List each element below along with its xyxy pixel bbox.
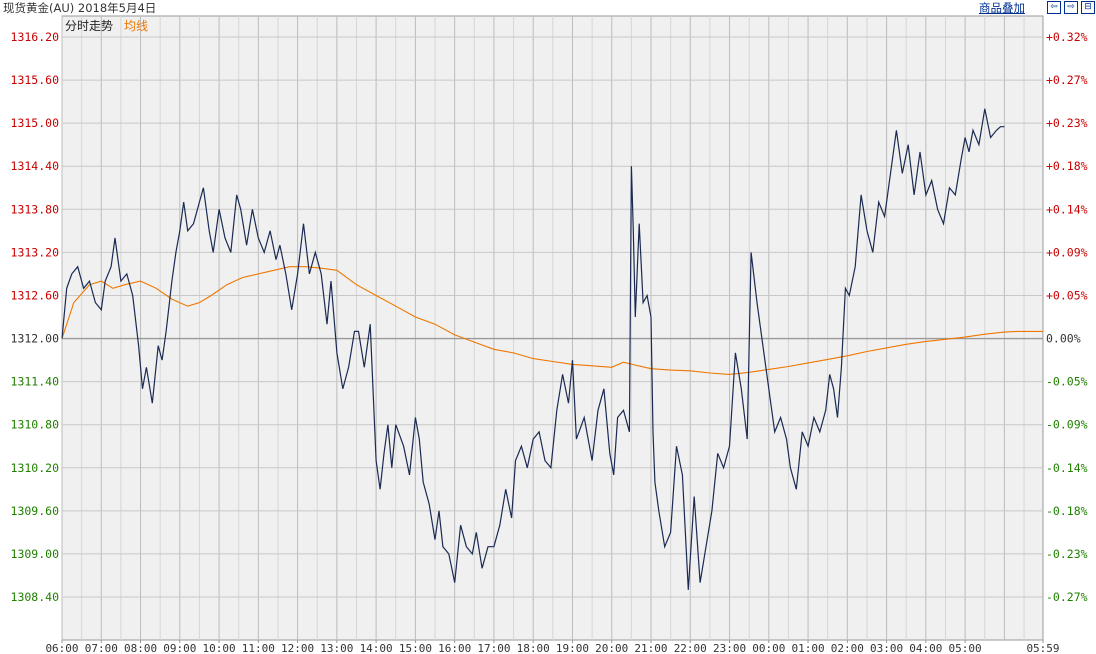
- time-tick-label: 18:00: [517, 642, 550, 654]
- right-percent-axis: +0.32% +0.27% +0.23% +0.18% +0.14% +0.09% +0.0…: [1046, 30, 1088, 604]
- intraday-chart: 1316.20 1315.60 1315.00 1314.40 1313.80 1313.…: [11, 15, 1088, 654]
- price-tick-label: 1308.40: [11, 590, 60, 604]
- time-tick-label: 08:00: [124, 642, 157, 654]
- time-tick-label: 03:00: [870, 642, 903, 654]
- legend-avg-label: 均线: [124, 19, 148, 33]
- time-tick-label: 09:00: [163, 642, 196, 654]
- left-price-axis: 1316.20 1315.60 1315.00 1314.40 1313.80 1313.…: [11, 30, 60, 604]
- time-tick-label: 07:00: [85, 642, 118, 654]
- price-tick-label: 1313.20: [11, 245, 60, 259]
- percent-tick-label: +0.18%: [1046, 159, 1088, 173]
- legend: 分时走势 均线: [65, 19, 148, 33]
- price-tick-label: 1315.60: [11, 73, 60, 87]
- price-tick-label: 1310.20: [11, 461, 60, 475]
- time-tick-label: 21:00: [634, 642, 667, 654]
- percent-tick-label: -0.09%: [1046, 418, 1088, 432]
- percent-tick-label: +0.23%: [1046, 116, 1088, 130]
- price-tick-label: 1312.60: [11, 288, 60, 302]
- time-tick-label: 19:00: [556, 642, 589, 654]
- price-tick-label: 1313.80: [11, 202, 60, 216]
- time-tick-label: 22:00: [674, 642, 707, 654]
- time-tick-label: 01:00: [791, 642, 824, 654]
- percent-tick-label: +0.05%: [1046, 288, 1088, 302]
- percent-tick-label: -0.18%: [1046, 504, 1088, 518]
- time-tick-label: 12:00: [281, 642, 314, 654]
- time-tick-label: 00:00: [752, 642, 785, 654]
- percent-tick-label: +0.09%: [1046, 245, 1088, 259]
- price-tick-label: 1310.80: [11, 418, 60, 432]
- legend-price-label: 分时走势: [65, 19, 113, 33]
- time-tick-label: 05:00: [949, 642, 982, 654]
- time-tick-label: 13:00: [320, 642, 353, 654]
- time-tick-label: 10:00: [203, 642, 236, 654]
- price-tick-label: 1315.00: [11, 116, 60, 130]
- time-tick-label: 14:00: [360, 642, 393, 654]
- percent-tick-label: -0.23%: [1046, 547, 1088, 561]
- time-tick-label: 02:00: [831, 642, 864, 654]
- time-tick-label: 20:00: [595, 642, 628, 654]
- time-tick-label: 06:00: [45, 642, 78, 654]
- chart-window: 现货黄金(AU) 2018年5月4日 商品叠加 ⇦ ⇨ ⊟ 1316.20 131…: [0, 0, 1096, 654]
- time-tick-label: 05:59: [1026, 642, 1059, 654]
- percent-tick-label: -0.27%: [1046, 590, 1088, 604]
- percent-tick-label: +0.14%: [1046, 202, 1088, 216]
- price-tick-label: 1309.00: [11, 547, 60, 561]
- price-tick-label: 1312.00: [11, 332, 60, 346]
- time-tick-label: 11:00: [242, 642, 275, 654]
- price-tick-label: 1309.60: [11, 504, 60, 518]
- time-tick-label: 23:00: [713, 642, 746, 654]
- percent-tick-label: -0.05%: [1046, 375, 1088, 389]
- price-tick-label: 1311.40: [11, 375, 60, 389]
- percent-tick-label: +0.27%: [1046, 73, 1088, 87]
- time-tick-label: 04:00: [909, 642, 942, 654]
- percent-tick-label: 0.00%: [1046, 332, 1081, 346]
- time-tick-label: 16:00: [438, 642, 471, 654]
- percent-tick-label: +0.32%: [1046, 30, 1088, 44]
- percent-tick-label: -0.14%: [1046, 461, 1088, 475]
- price-tick-label: 1314.40: [11, 159, 60, 173]
- time-tick-label: 17:00: [477, 642, 510, 654]
- time-tick-label: 15:00: [399, 642, 432, 654]
- price-tick-label: 1316.20: [11, 30, 60, 44]
- time-axis: 06:00 07:00 08:00 09:00 10:00 11:00 12:00 13:00…: [45, 640, 1060, 654]
